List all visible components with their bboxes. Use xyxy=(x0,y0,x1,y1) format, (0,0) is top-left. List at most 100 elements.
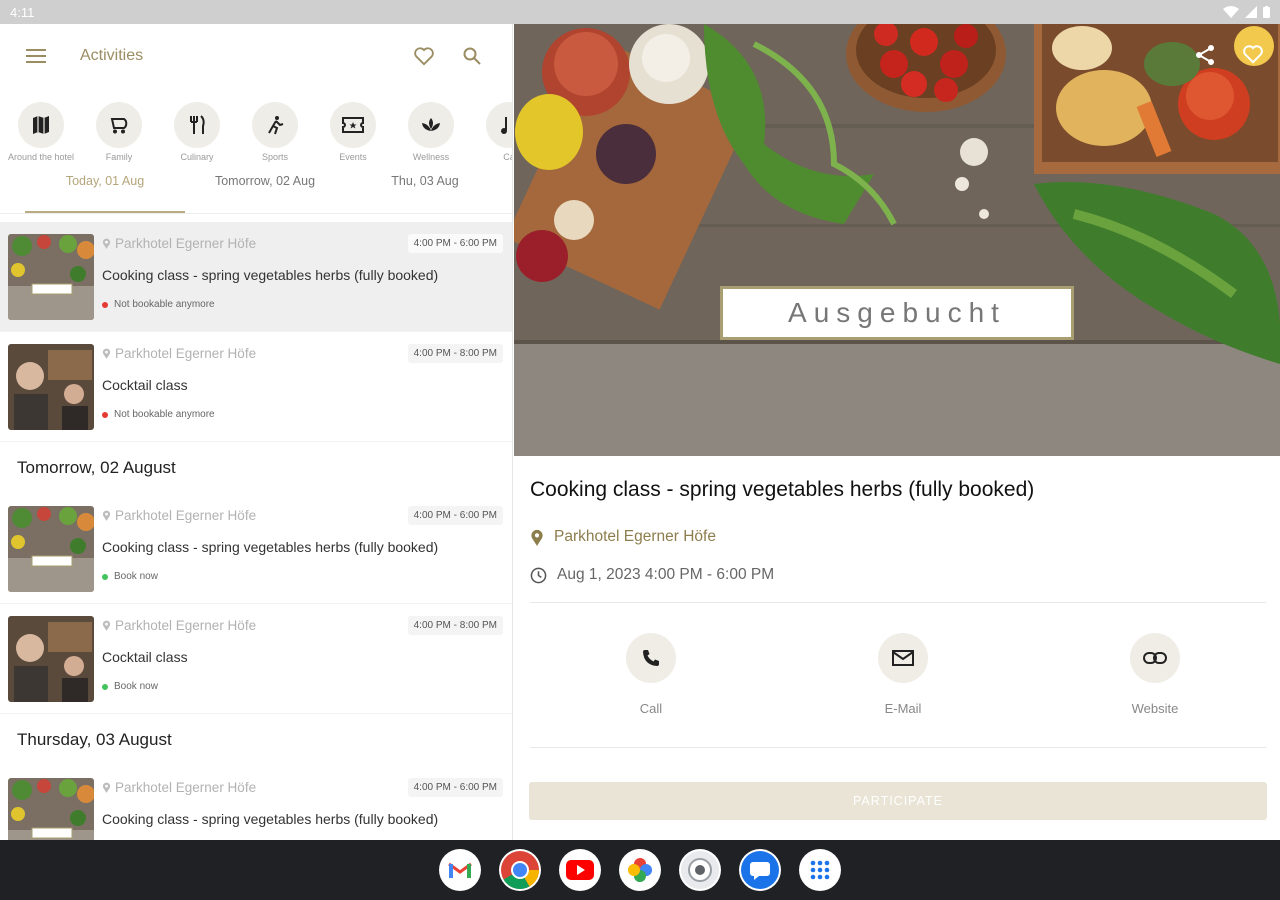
tab-today[interactable]: Today, 01 Aug xyxy=(25,168,185,213)
category-label: Ca xyxy=(503,152,512,162)
top-app-bar: Activities xyxy=(0,24,512,88)
website-label: Website xyxy=(1131,701,1179,716)
activity-title: Cooking class - spring vegetables herbs … xyxy=(102,539,439,555)
favorites-heart-icon[interactable] xyxy=(400,32,448,80)
detail-datetime-text: Aug 1, 2023 4:00 PM - 6:00 PM xyxy=(557,566,775,583)
availability-text: Not bookable anymore xyxy=(114,299,215,310)
chrome-icon[interactable] xyxy=(499,849,541,891)
lotus-icon xyxy=(408,102,454,148)
availability-status: Not bookable anymore xyxy=(102,299,503,310)
website-action[interactable]: Website xyxy=(1130,633,1180,747)
time-badge: 4:00 PM - 8:00 PM xyxy=(407,344,503,363)
mail-icon xyxy=(878,633,928,683)
category-bar: Around the hotel Family Culinary Sports … xyxy=(0,88,512,168)
time-badge: 4:00 PM - 8:00 PM xyxy=(407,616,503,635)
activity-info: Parkhotel Egerner Höfe 4:00 PM - 6:00 PM… xyxy=(94,766,512,840)
fully-booked-banner: Ausgebucht xyxy=(720,286,1074,340)
detail-location-text: Parkhotel Egerner Höfe xyxy=(554,528,716,545)
search-icon[interactable] xyxy=(448,32,496,80)
activity-list-item[interactable]: Parkhotel Egerner Höfe 4:00 PM - 6:00 PM… xyxy=(0,222,512,332)
link-icon xyxy=(1130,633,1180,683)
activity-title: Cooking class - spring vegetables herbs … xyxy=(102,267,439,283)
contact-actions: Call E-Mail Website xyxy=(530,603,1266,747)
category-label: Wellness xyxy=(412,152,450,162)
availability-status: Book now xyxy=(102,571,503,582)
detail-time-row: Aug 1, 2023 4:00 PM - 6:00 PM xyxy=(530,566,1266,584)
location-pin-icon xyxy=(102,510,111,521)
category-culinary[interactable]: Culinary xyxy=(158,88,236,168)
category-label: Sports xyxy=(261,152,288,162)
status-dot-red xyxy=(102,301,108,308)
activity-thumbnail xyxy=(8,234,94,320)
youtube-icon[interactable] xyxy=(559,849,601,891)
category-family[interactable]: Family xyxy=(80,88,158,168)
gmail-icon[interactable] xyxy=(439,849,481,891)
availability-text: Book now xyxy=(114,681,158,692)
category-around-hotel[interactable]: Around the hotel xyxy=(2,88,80,168)
detail-title: Cooking class - spring vegetables herbs … xyxy=(530,478,1035,501)
activity-title: Cocktail class xyxy=(102,377,188,393)
availability-text: Book now xyxy=(114,571,158,582)
location-text: Parkhotel Egerner Höfe xyxy=(115,346,257,361)
category-label: Events xyxy=(339,152,367,162)
activities-list-panel: Activities Around the hotel Family Culin… xyxy=(0,24,513,840)
email-label: E-Mail xyxy=(884,701,922,716)
category-events[interactable]: Events xyxy=(314,88,392,168)
activity-thumbnail xyxy=(8,616,94,702)
runner-icon xyxy=(252,102,298,148)
detail-content: Cooking class - spring vegetables herbs … xyxy=(514,478,1280,748)
app-launcher-icon[interactable] xyxy=(799,849,841,891)
activity-list-item[interactable]: Parkhotel Egerner Höfe 4:00 PM - 6:00 PM… xyxy=(0,494,512,604)
vegetables-photo xyxy=(514,24,1280,456)
status-icons xyxy=(1223,6,1270,18)
favorite-heart-icon[interactable] xyxy=(1242,44,1264,64)
detail-location-row[interactable]: Parkhotel Egerner Höfe xyxy=(530,528,1266,546)
signal-icon xyxy=(1245,6,1257,18)
divider xyxy=(530,747,1266,748)
location-pin-icon xyxy=(102,238,111,249)
email-action[interactable]: E-Mail xyxy=(878,633,928,747)
time-badge: 4:00 PM - 6:00 PM xyxy=(407,234,503,253)
category-wellness[interactable]: Wellness xyxy=(392,88,470,168)
participate-button[interactable]: PARTICIPATE xyxy=(529,782,1267,820)
page-title: Activities xyxy=(80,47,144,64)
tab-tomorrow[interactable]: Tomorrow, 02 Aug xyxy=(185,168,345,213)
time-badge: 4:00 PM - 6:00 PM xyxy=(407,778,503,797)
time-badge: 4:00 PM - 6:00 PM xyxy=(407,506,503,525)
status-dot-red xyxy=(102,411,108,418)
activity-list-item[interactable]: Parkhotel Egerner Höfe 4:00 PM - 6:00 PM… xyxy=(0,766,512,840)
category-sports[interactable]: Sports xyxy=(236,88,314,168)
menu-icon[interactable] xyxy=(24,44,48,68)
battery-icon xyxy=(1263,6,1270,18)
category-label: Around the hotel xyxy=(7,152,75,162)
photos-icon[interactable] xyxy=(619,849,661,891)
category-label: Family xyxy=(105,152,133,162)
messages-icon[interactable] xyxy=(739,849,781,891)
clock-icon xyxy=(530,567,547,583)
share-icon[interactable] xyxy=(1194,44,1216,66)
availability-text: Not bookable anymore xyxy=(114,409,215,420)
location-pin-icon xyxy=(531,529,543,546)
tab-thursday[interactable]: Thu, 03 Aug xyxy=(345,168,505,213)
location-pin-icon xyxy=(102,620,111,631)
activity-list-item[interactable]: Parkhotel Egerner Höfe 4:00 PM - 8:00 PM… xyxy=(0,332,512,442)
clock: 4:11 xyxy=(10,4,35,20)
call-action[interactable]: Call xyxy=(626,633,676,747)
availability-status: Not bookable anymore xyxy=(102,409,503,420)
activity-info: Parkhotel Egerner Höfe 4:00 PM - 8:00 PM… xyxy=(94,604,512,713)
activity-title: Cocktail class xyxy=(102,649,188,665)
hero-actions xyxy=(1194,44,1264,66)
activity-hero-image: Ausgebucht xyxy=(514,24,1280,456)
activity-info: Parkhotel Egerner Höfe 4:00 PM - 8:00 PM… xyxy=(94,332,512,441)
category-culture[interactable]: Ca xyxy=(470,88,512,168)
location-text: Parkhotel Egerner Höfe xyxy=(115,618,257,633)
camera-icon[interactable] xyxy=(679,849,721,891)
activity-thumbnail xyxy=(8,344,94,430)
activity-title: Cooking class - spring vegetables herbs … xyxy=(102,811,439,827)
stroller-icon xyxy=(96,102,142,148)
system-taskbar xyxy=(0,840,1280,900)
activity-thumbnail xyxy=(8,778,94,840)
wifi-icon xyxy=(1223,6,1239,18)
map-icon xyxy=(18,102,64,148)
activity-list-item[interactable]: Parkhotel Egerner Höfe 4:00 PM - 8:00 PM… xyxy=(0,604,512,714)
